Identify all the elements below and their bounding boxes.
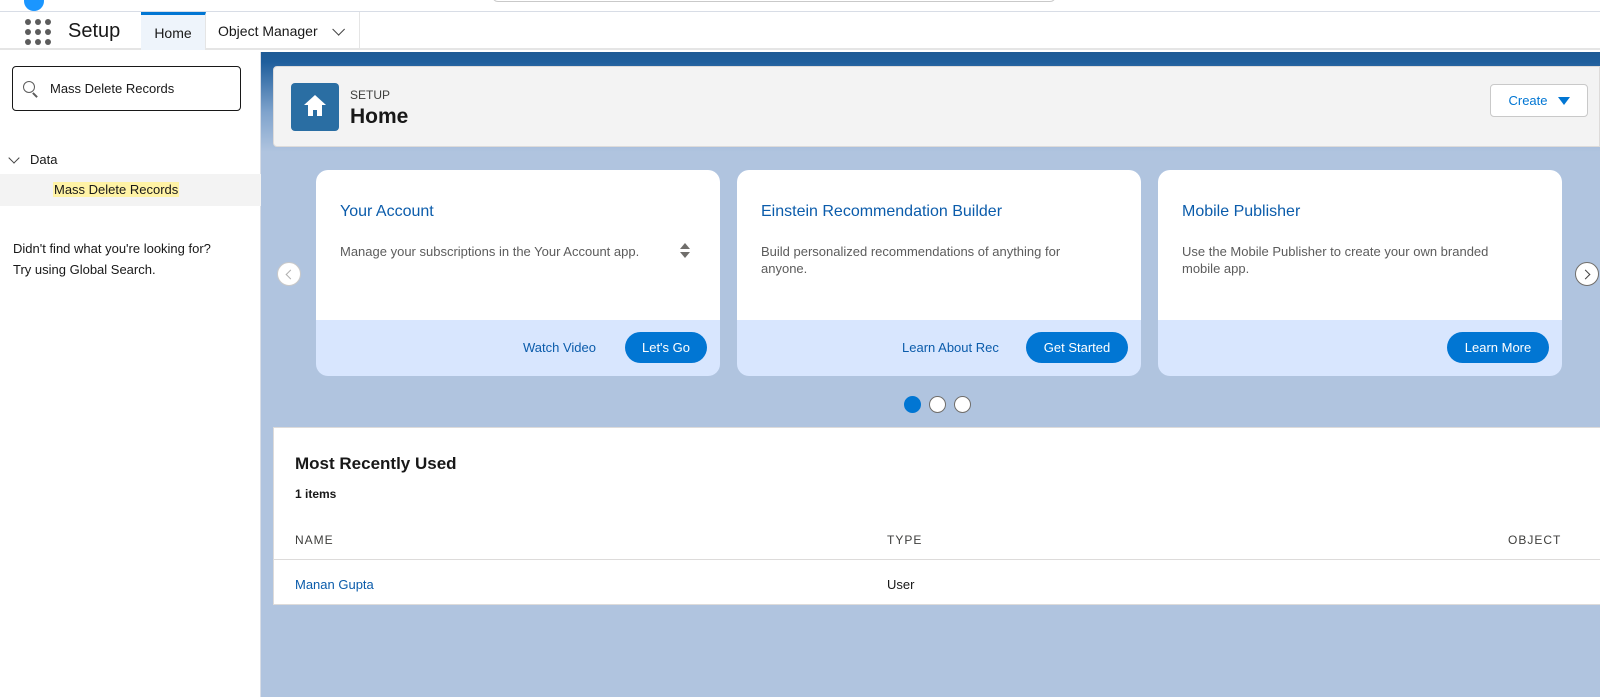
watch-video-link[interactable]: Watch Video: [523, 340, 596, 355]
caret-down-icon: [1557, 96, 1570, 105]
table-divider: [274, 559, 1600, 560]
tree-item-mass-delete-records[interactable]: Mass Delete Records: [0, 174, 261, 206]
tree-group-data[interactable]: Data: [8, 151, 58, 167]
chevron-down-icon[interactable]: [331, 22, 345, 36]
mru-item-count: 1 items: [295, 487, 337, 501]
page-header: SETUP Home Create: [273, 66, 1600, 147]
carousel-dot-3[interactable]: [954, 396, 971, 413]
chevron-down-icon: [8, 151, 20, 164]
tree-group-label: Data: [30, 152, 58, 167]
carousel-dot-2[interactable]: [929, 396, 946, 413]
salesforce-logo-icon[interactable]: [24, 0, 44, 11]
mru-title: Most Recently Used: [295, 454, 457, 473]
not-found-line-2: Try using Global Search.: [13, 262, 156, 277]
tab-object-manager-label: Object Manager: [218, 23, 318, 39]
card-your-account: Your Account Manage your subscriptions i…: [316, 170, 720, 376]
carousel-dot-1[interactable]: [904, 396, 921, 413]
search-icon: [23, 80, 39, 97]
setup-sidebar: Data Mass Delete Records Didn't find wha…: [0, 52, 261, 697]
breadcrumb: SETUP: [350, 88, 391, 102]
create-button[interactable]: Create: [1490, 84, 1588, 117]
row-type: User: [887, 577, 915, 592]
card-body: Mobile Publisher Use the Mobile Publishe…: [1158, 170, 1562, 320]
get-started-button[interactable]: Get Started: [1026, 332, 1128, 363]
card-einstein-recommendation-builder: Einstein Recommendation Builder Build pe…: [737, 170, 1141, 376]
lets-go-button[interactable]: Let's Go: [625, 332, 707, 363]
sort-icon: [680, 243, 690, 259]
card-title[interactable]: Your Account: [340, 203, 434, 221]
most-recently-used-panel: Most Recently Used 1 items NAME TYPE OBJ…: [273, 427, 1600, 605]
tree-item-label[interactable]: Mass Delete Records: [53, 182, 180, 197]
tab-home[interactable]: Home: [141, 12, 206, 50]
not-found-message: Didn't find what you're looking for? Try…: [13, 238, 211, 280]
card-description: Build personalized recommendations of an…: [761, 244, 1061, 276]
page-title: Home: [350, 105, 409, 128]
not-found-line-1: Didn't find what you're looking for?: [13, 241, 211, 256]
app-header: Setup Home Object Manager: [0, 12, 1600, 50]
column-header-name[interactable]: NAME: [295, 533, 334, 547]
column-header-object[interactable]: OBJECT: [1508, 533, 1561, 547]
global-search-bar[interactable]: [492, 0, 1056, 2]
learn-about-rec-link[interactable]: Learn About Rec: [902, 340, 999, 355]
main-content: SETUP Home Create Your Account Manage yo…: [261, 52, 1600, 697]
quick-find-input[interactable]: [50, 81, 230, 96]
app-name: Setup: [68, 20, 121, 42]
card-title[interactable]: Mobile Publisher: [1182, 203, 1300, 221]
card-mobile-publisher: Mobile Publisher Use the Mobile Publishe…: [1158, 170, 1562, 376]
learn-more-button[interactable]: Learn More: [1447, 332, 1549, 363]
card-title[interactable]: Einstein Recommendation Builder: [761, 203, 1002, 221]
row-name-link[interactable]: Manan Gupta: [295, 577, 374, 592]
column-header-type[interactable]: TYPE: [887, 533, 922, 547]
tab-object-manager[interactable]: Object Manager: [206, 12, 360, 50]
create-button-label: Create: [1508, 93, 1548, 108]
browser-top-strip: [0, 0, 1600, 12]
card-body: Your Account Manage your subscriptions i…: [316, 170, 720, 320]
quick-find-box[interactable]: [12, 66, 241, 111]
carousel-next-button[interactable]: [1575, 262, 1599, 286]
carousel-prev-button[interactable]: [277, 262, 301, 286]
card-description: Manage your subscriptions in the Your Ac…: [340, 244, 640, 259]
app-launcher-icon[interactable]: [25, 19, 51, 45]
card-description: Use the Mobile Publisher to create your …: [1182, 244, 1489, 276]
home-icon: [291, 83, 339, 131]
card-body: Einstein Recommendation Builder Build pe…: [737, 170, 1141, 320]
